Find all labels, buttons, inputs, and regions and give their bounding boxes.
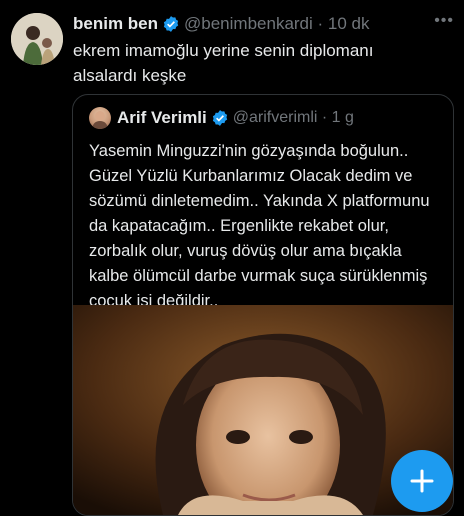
quoted-handle-time: @arifverimli · 1 g bbox=[232, 109, 354, 126]
tweet-header: benim ben @benimbenkardi · 10 dk bbox=[73, 12, 454, 36]
tweet-author-name[interactable]: benim ben bbox=[73, 14, 158, 34]
quoted-author-avatar bbox=[89, 107, 111, 129]
plus-icon bbox=[410, 469, 434, 493]
compose-button[interactable] bbox=[391, 450, 453, 512]
quoted-tweet-card[interactable]: Arif Verimli @arifverimli · 1 g Yasemin … bbox=[72, 94, 454, 516]
tweet-handle-time: @benimbenkardi · 10 dk bbox=[184, 14, 370, 33]
tweet-text: ekrem imamoğlu yerine senin diplomanı al… bbox=[73, 41, 374, 85]
verified-badge-icon bbox=[211, 109, 229, 127]
quoted-author-name: Arif Verimli bbox=[117, 108, 207, 127]
quoted-tweet-header: Arif Verimli @arifverimli · 1 g bbox=[89, 107, 354, 129]
quoted-tweet-text: Yasemin Minguzzi'nin gözyaşında boğulun.… bbox=[89, 142, 430, 310]
verified-badge-icon bbox=[162, 15, 180, 33]
more-horizontal-icon[interactable]: ••• bbox=[434, 12, 454, 30]
tweet-author-avatar[interactable] bbox=[11, 13, 63, 65]
